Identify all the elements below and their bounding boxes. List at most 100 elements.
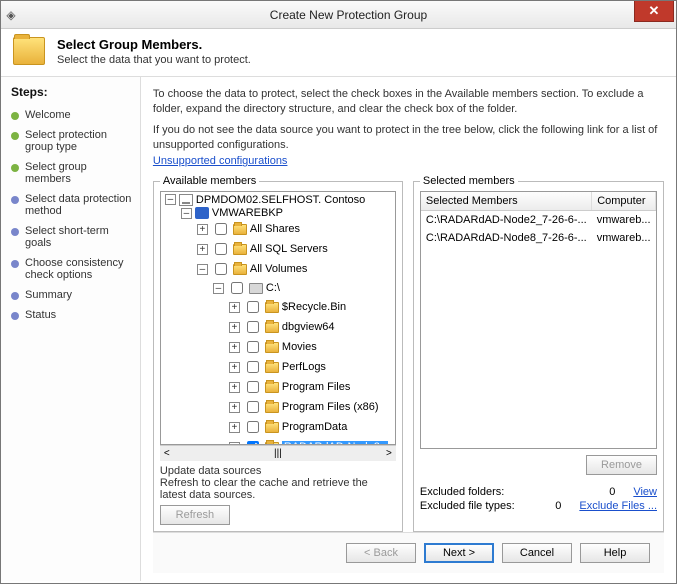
exclude-files-link[interactable]: Exclude Files ... [579,500,657,512]
refresh-button[interactable]: Refresh [160,505,230,525]
col-selected-members[interactable]: Selected Members [421,192,592,211]
tree-label[interactable]: RADARdAD-Node2_ [282,441,388,445]
back-button[interactable]: < Back [346,543,416,563]
expand-toggle[interactable]: + [229,342,240,353]
tree-label[interactable]: All Shares [250,223,300,235]
step-item[interactable]: Select protection group type [11,125,134,157]
expand-toggle[interactable]: + [197,244,208,255]
tree-checkbox[interactable] [215,263,227,275]
expand-toggle[interactable]: + [229,362,240,373]
folder-icon [265,302,279,313]
expand-toggle[interactable]: + [197,224,208,235]
help-button[interactable]: Help [580,543,650,563]
steps-heading: Steps: [11,85,134,99]
folder-icon [265,342,279,353]
step-item[interactable]: Status [11,305,134,325]
available-tree[interactable]: –DPMDOM02.SELFHOST. Contoso–VMWAREBKP+Al… [160,191,396,445]
tree-label[interactable]: Program Files (x86) [282,401,379,413]
tree-checkbox[interactable] [247,321,259,333]
expand-toggle[interactable]: + [229,322,240,333]
step-bullet-icon [11,228,19,236]
excluded-folders-view-link[interactable]: View [633,486,657,498]
step-bullet-icon [11,164,19,172]
tree-label[interactable]: All SQL Servers [250,243,328,255]
col-computer[interactable]: Computer [592,192,656,211]
expand-toggle[interactable]: + [229,302,240,313]
tree-scrollbar[interactable]: <|||> [160,445,396,461]
step-item[interactable]: Summary [11,285,134,305]
tree-label[interactable]: $Recycle.Bin [282,301,346,313]
step-label: Select group members [25,161,134,185]
step-item[interactable]: Select group members [11,157,134,189]
instruction-2: If you do not see the data source you wa… [153,123,664,153]
remove-button[interactable]: Remove [586,455,657,475]
folder-icon [265,402,279,413]
tree-checkbox[interactable] [215,223,227,235]
step-item[interactable]: Welcome [11,105,134,125]
step-label: Status [25,309,56,321]
tree-label[interactable]: DPMDOM02.SELFHOST. Contoso [196,194,365,206]
step-item[interactable]: Select short-term goals [11,221,134,253]
folder-icon [233,224,247,235]
tree-label[interactable]: All Volumes [250,263,307,275]
available-members-pane: Available members –DPMDOM02.SELFHOST. Co… [153,175,403,532]
expand-toggle[interactable]: – [181,208,192,219]
selected-members-pane: Selected members Selected Members Comput… [413,175,664,532]
table-row[interactable]: C:\RADARdAD-Node2_7-26-6-...vmwareb... [421,211,656,230]
page-title: Select Group Members. [57,37,251,52]
tree-label[interactable]: ProgramData [282,421,347,433]
tree-checkbox[interactable] [247,361,259,373]
next-button[interactable]: Next > [424,543,494,563]
cancel-button[interactable]: Cancel [502,543,572,563]
tree-checkbox[interactable] [215,243,227,255]
tree-label[interactable]: Program Files [282,381,350,393]
expand-toggle[interactable]: + [229,442,240,446]
tree-checkbox[interactable] [247,441,259,445]
tree-checkbox[interactable] [231,282,243,294]
step-bullet-icon [11,132,19,140]
tree-label[interactable]: C:\ [266,282,280,294]
window-title: Create New Protection Group [21,8,676,22]
drive-icon [249,283,263,294]
server-icon [179,194,193,206]
expand-toggle[interactable]: – [213,283,224,294]
excluded-folders-count: 0 [609,486,615,498]
tree-label[interactable]: PerfLogs [282,361,326,373]
tree-checkbox[interactable] [247,301,259,313]
step-bullet-icon [11,292,19,300]
instruction-1: To choose the data to protect, select th… [153,87,664,117]
expand-toggle[interactable]: + [229,422,240,433]
app-icon: ◈ [1,8,21,22]
close-button[interactable]: ✕ [634,1,674,22]
steps-sidebar: Steps: Welcome Select protection group ty… [1,77,141,581]
excluded-types-count: 0 [555,500,561,512]
expand-toggle[interactable]: – [165,194,176,205]
step-label: Select protection group type [25,129,134,153]
tree-label[interactable]: dbgview64 [282,321,335,333]
folder-icon [265,382,279,393]
step-label: Summary [25,289,72,301]
tree-checkbox[interactable] [247,421,259,433]
tree-label[interactable]: VMWAREBKP [212,207,283,219]
unsupported-link[interactable]: Unsupported configurations [153,154,288,169]
step-bullet-icon [11,260,19,268]
tree-checkbox[interactable] [247,341,259,353]
expand-toggle[interactable]: + [229,382,240,393]
step-bullet-icon [11,196,19,204]
selected-table[interactable]: Selected Members Computer C:\RADARdAD-No… [420,191,657,449]
folder-icon [265,322,279,333]
step-label: Select short-term goals [25,225,134,249]
expand-toggle[interactable]: + [229,402,240,413]
step-item[interactable]: Choose consistency check options [11,253,134,285]
available-legend: Available members [160,175,259,187]
step-label: Welcome [25,109,71,121]
expand-toggle[interactable]: – [197,264,208,275]
cell-member: C:\RADARdAD-Node2_7-26-6-... [421,211,592,230]
step-item[interactable]: Select data protection method [11,189,134,221]
excluded-folders-label: Excluded folders: [420,486,504,498]
tree-checkbox[interactable] [247,381,259,393]
tree-checkbox[interactable] [247,401,259,413]
page-subtitle: Select the data that you want to protect… [57,54,251,66]
tree-label[interactable]: Movies [282,341,317,353]
table-row[interactable]: C:\RADARdAD-Node8_7-26-6-...vmwareb... [421,229,656,247]
